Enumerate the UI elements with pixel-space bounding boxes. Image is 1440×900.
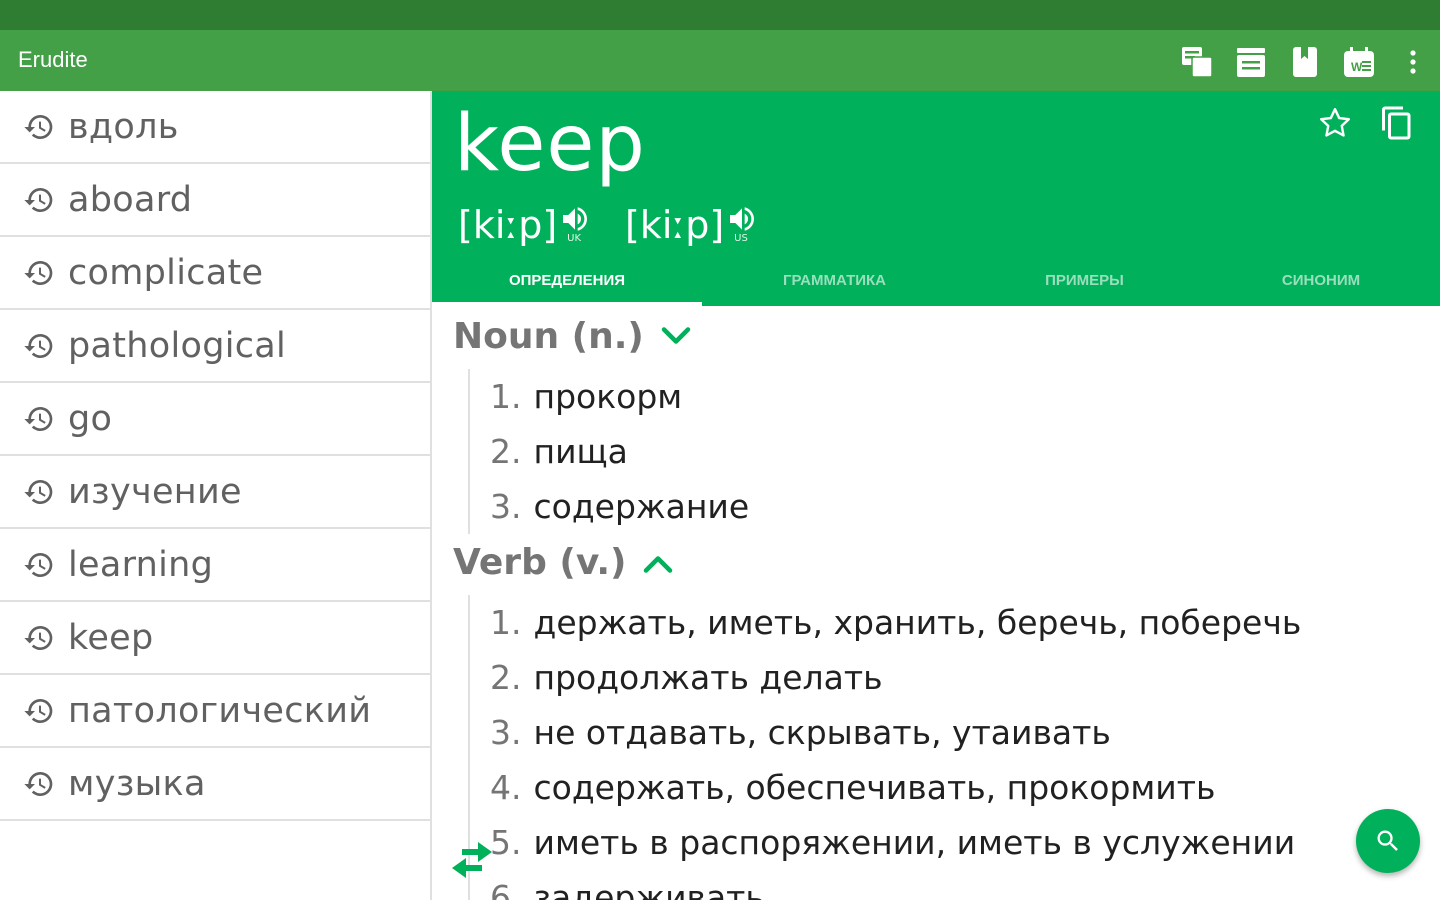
history-item-label: aboard [68, 179, 193, 220]
favorite-star-icon[interactable] [1315, 103, 1355, 143]
sense-item[interactable]: 3. не отдавать, скрывать, утаивать [470, 705, 1301, 760]
history-item[interactable]: изучение [0, 456, 430, 529]
sense-item[interactable]: 4. содержать, обеспечивать, прокормить [470, 760, 1301, 815]
history-icon [22, 767, 56, 801]
sense-item[interactable]: 5. иметь в распоряжении, иметь в услужен… [470, 815, 1301, 870]
pronunciation-us[interactable]: [kiːp] US [625, 203, 760, 247]
history-item-label: изучение [68, 471, 242, 512]
history-item-label: музыка [68, 763, 206, 804]
history-item[interactable]: go [0, 383, 430, 456]
noun-sense-list: 1. прокорм 2. пища 3. содержание [468, 369, 749, 534]
history-item-label: патологический [68, 690, 372, 731]
sense-item[interactable]: 1. прокорм [470, 369, 749, 424]
history-item-label: learning [68, 544, 214, 585]
history-sidebar: вдоль aboard complicate pathological go … [0, 91, 432, 900]
sense-item[interactable]: 6. задерживать [470, 870, 1301, 900]
history-item-label: вдоль [68, 106, 179, 147]
sense-number: 4. [490, 768, 522, 807]
history-item-label: keep [68, 617, 154, 658]
history-item[interactable]: complicate [0, 237, 430, 310]
sense-item[interactable]: 1. держать, иметь, хранить, беречь, побе… [470, 595, 1301, 650]
speaker-icon: UK [557, 203, 593, 247]
sense-text: иметь в распоряжении, иметь в услужении [533, 823, 1296, 862]
history-item[interactable]: патологический [0, 675, 430, 748]
search-icon [1377, 830, 1398, 851]
more-vert-icon[interactable] [1396, 45, 1430, 79]
sense-number: 2. [490, 658, 522, 697]
history-icon [22, 621, 56, 655]
tab-definitions[interactable]: ОПРЕДЕЛЕНИЯ [432, 254, 702, 306]
pos-header-noun[interactable]: Noun (n.) [453, 316, 694, 357]
pos-header-verb[interactable]: Verb (v.) [453, 542, 676, 583]
sense-text: задерживать [533, 878, 765, 900]
sense-number: 3. [490, 487, 522, 526]
status-bar [0, 0, 1440, 30]
sense-text: продолжать делать [533, 658, 883, 697]
pronunciation-text: [kiːp] [625, 203, 725, 247]
chevron-up-icon [640, 545, 676, 581]
history-icon [22, 548, 56, 582]
search-button[interactable] [1356, 809, 1420, 873]
pos-label: Noun (n.) [453, 316, 644, 357]
headword: keep [454, 99, 646, 189]
verb-sense-list: 1. держать, иметь, хранить, беречь, побе… [468, 595, 1301, 900]
app-bar: Erudite W [0, 30, 1440, 91]
history-item-label: pathological [68, 325, 287, 366]
sense-text: содержание [533, 487, 750, 526]
tab-synonyms[interactable]: СИНОНИМ [1202, 254, 1440, 306]
pronunciation-region: UK [567, 233, 582, 244]
history-item[interactable]: keep [0, 602, 430, 675]
history-icon [22, 110, 56, 144]
app-title: Erudite [18, 47, 88, 72]
history-item[interactable]: learning [0, 529, 430, 602]
pos-label: Verb (v.) [453, 542, 627, 583]
sense-item[interactable]: 2. продолжать делать [470, 650, 1301, 705]
sense-text: держать, иметь, хранить, беречь, побереч… [533, 603, 1302, 642]
history-item-label: complicate [68, 252, 264, 293]
copy-icon[interactable] [1377, 103, 1417, 143]
sense-text: содержать, обеспечивать, прокормить [533, 768, 1216, 807]
history-icon [22, 256, 56, 290]
history-icon [22, 694, 56, 728]
history-item[interactable]: pathological [0, 310, 430, 383]
sense-item[interactable]: 2. пища [470, 424, 749, 479]
history-icon [22, 475, 56, 509]
sense-item[interactable]: 3. содержание [470, 479, 749, 534]
history-item-label: go [68, 398, 113, 439]
history-icon [22, 183, 56, 217]
pronunciation-region: US [734, 233, 748, 244]
chevron-down-icon [658, 319, 694, 355]
sense-text: пища [533, 432, 628, 471]
pronunciation-text: [kiːp] [458, 203, 558, 247]
sense-number: 2. [490, 432, 522, 471]
sense-text: не отдавать, скрывать, утаивать [533, 713, 1111, 752]
sense-number: 1. [490, 603, 522, 642]
definitions-content: Noun (n.) 1. прокорм 2. пища 3. содержан… [432, 306, 1440, 900]
history-icon [22, 402, 56, 436]
sense-text: прокорм [533, 377, 683, 416]
history-item[interactable]: вдоль [0, 91, 430, 164]
sense-number: 3. [490, 713, 522, 752]
word-header: keep [kiːp] UK [kiːp] US ОПРЕДЕЛЕНИЯ ГРА… [432, 91, 1440, 306]
speaker-icon: US [724, 203, 760, 247]
pronunciation-uk[interactable]: [kiːp] UK [458, 203, 593, 247]
tab-examples[interactable]: ПРИМЕРЫ [967, 254, 1202, 306]
sense-number: 1. [490, 377, 522, 416]
history-item[interactable]: aboard [0, 164, 430, 237]
tab-bar: ОПРЕДЕЛЕНИЯ ГРАММАТИКА ПРИМЕРЫ СИНОНИМ [432, 254, 1440, 306]
swap-direction-icon[interactable] [448, 838, 496, 882]
svg-text:W: W [1351, 60, 1363, 74]
history-item[interactable]: музыка [0, 748, 430, 821]
history-icon [22, 329, 56, 363]
flashcards-icon[interactable] [1180, 45, 1214, 79]
bookmark-icon[interactable] [1288, 45, 1322, 79]
notes-icon[interactable] [1234, 45, 1268, 79]
word-of-day-icon[interactable]: W [1342, 45, 1376, 79]
tab-grammar[interactable]: ГРАММАТИКА [702, 254, 967, 306]
